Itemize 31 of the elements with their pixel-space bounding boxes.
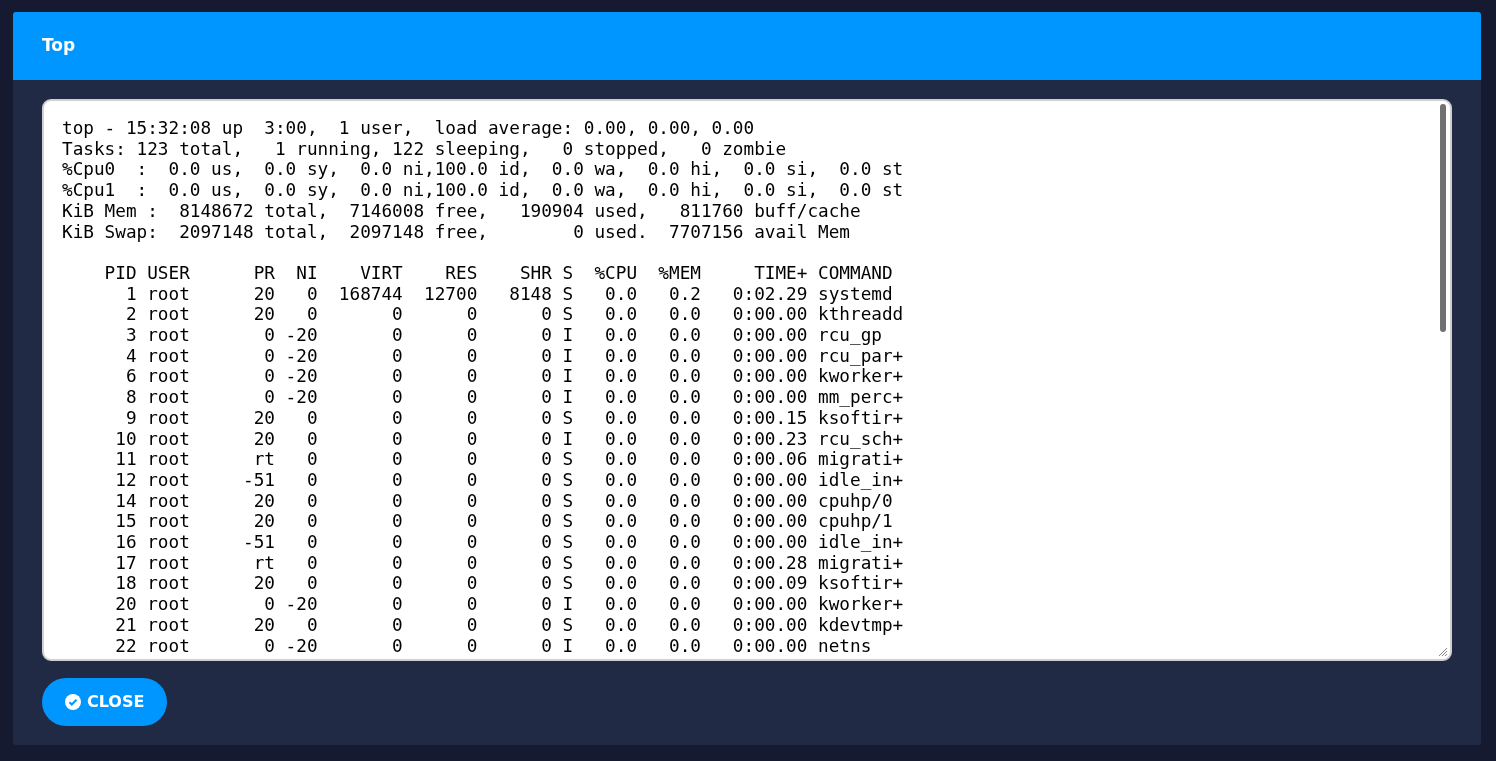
dialog-title: Top bbox=[42, 34, 76, 58]
process-row-text: 16 root -51 0 0 0 0 S 0.0 0.0 0:00.00 idle_in+ bbox=[114, 532, 904, 553]
output-textarea[interactable] bbox=[42, 99, 1452, 661]
summary-line: %Cpu0 : 0.0 us, 0.0 sy, 0.0 ni,100.0 id, 0.0 wa, 0.0 hi, 0.0 si, 0.0 st bbox=[62, 159, 904, 181]
process-row-text: 9 root 20 0 0 0 0 S 0.0 0.0 0:00.15 ksoftir+ bbox=[124, 407, 904, 429]
process-row-text: 10 root 20 0 0 0 0 I 0.0 0.0 0:00.23 rcu_sch+ bbox=[114, 428, 904, 450]
summary-line: %Cpu1 : 0.0 us, 0.0 sy, 0.0 ni,100.0 id, 0.0 wa, 0.0 hi, 0.0 si, 0.0 st bbox=[62, 180, 904, 201]
table-header: PID USER PR NI VIRT RES SHR S %CPU %MEM TIME+ COMMAND bbox=[103, 262, 893, 284]
process-row-text: 8 root 0 -20 0 0 0 I 0.0 0.0 0:00.00 mm_perc+ bbox=[124, 387, 904, 408]
resize-handle-icon[interactable] bbox=[1438, 647, 1448, 657]
process-row-text: 11 root rt 0 0 0 0 S 0.0 0.0 0:00.06 migrati+ bbox=[114, 449, 904, 470]
process-row-text: 14 root 20 0 0 0 0 S 0.0 0.0 0:00.00 cpuhp/0 bbox=[114, 490, 893, 512]
summary-line: KiB Swap: 2097148 total, 2097148 free, 0 used. 7707156 avail Mem bbox=[62, 221, 850, 243]
process-row-text: 6 root 0 -20 0 0 0 I 0.0 0.0 0:00.00 kworker+ bbox=[124, 366, 904, 388]
summary-line: top - 15:32:08 up 3:00, 1 user, load average: 0.00, 0.00, 0.00 bbox=[62, 118, 755, 139]
process-row-text: 21 root 20 0 0 0 0 S 0.0 0.0 0:00.00 kdevtmp+ bbox=[114, 614, 904, 636]
process-row-text: 15 root 20 0 0 0 0 S 0.0 0.0 0:00.00 cpuhp/1 bbox=[114, 511, 893, 533]
process-row-text: 1 root 20 0 168744 12700 8148 S 0.0 0.2 0:02.29 systemd bbox=[124, 283, 893, 305]
summary-line: KiB Mem : 8148672 total, 7146008 free, 190904 used, 811760 buff/cache bbox=[62, 200, 861, 222]
process-row-text: 2 root 20 0 0 0 0 S 0.0 0.0 0:00.00 kthreadd bbox=[124, 304, 904, 325]
check-circle-icon bbox=[65, 694, 81, 710]
process-row-text: 20 root 0 -20 0 0 0 I 0.0 0.0 0:00.00 kworker+ bbox=[114, 594, 904, 615]
process-row-text: 18 root 20 0 0 0 0 S 0.0 0.0 0:00.09 ksoftir+ bbox=[114, 573, 904, 595]
process-row-text: 22 root 0 -20 0 0 0 I 0.0 0.0 0:00.00 netns bbox=[114, 635, 872, 657]
close-button[interactable]: CLOSE bbox=[42, 678, 168, 726]
process-row-text: 12 root -51 0 0 0 0 S 0.0 0.0 0:00.00 idle_in+ bbox=[114, 469, 904, 491]
process-row-text: 17 root rt 0 0 0 0 S 0.0 0.0 0:00.28 migrati+ bbox=[114, 552, 904, 574]
scrollbar-thumb[interactable] bbox=[1440, 104, 1446, 332]
process-row-text: 3 root 0 -20 0 0 0 I 0.0 0.0 0:00.00 rcu_gp bbox=[124, 325, 882, 346]
summary-line: Tasks: 123 total, 1 running, 122 sleeping, 0 stopped, 0 zombie bbox=[62, 138, 787, 160]
process-row-text: 4 root 0 -20 0 0 0 I 0.0 0.0 0:00.00 rcu_par+ bbox=[124, 345, 904, 367]
